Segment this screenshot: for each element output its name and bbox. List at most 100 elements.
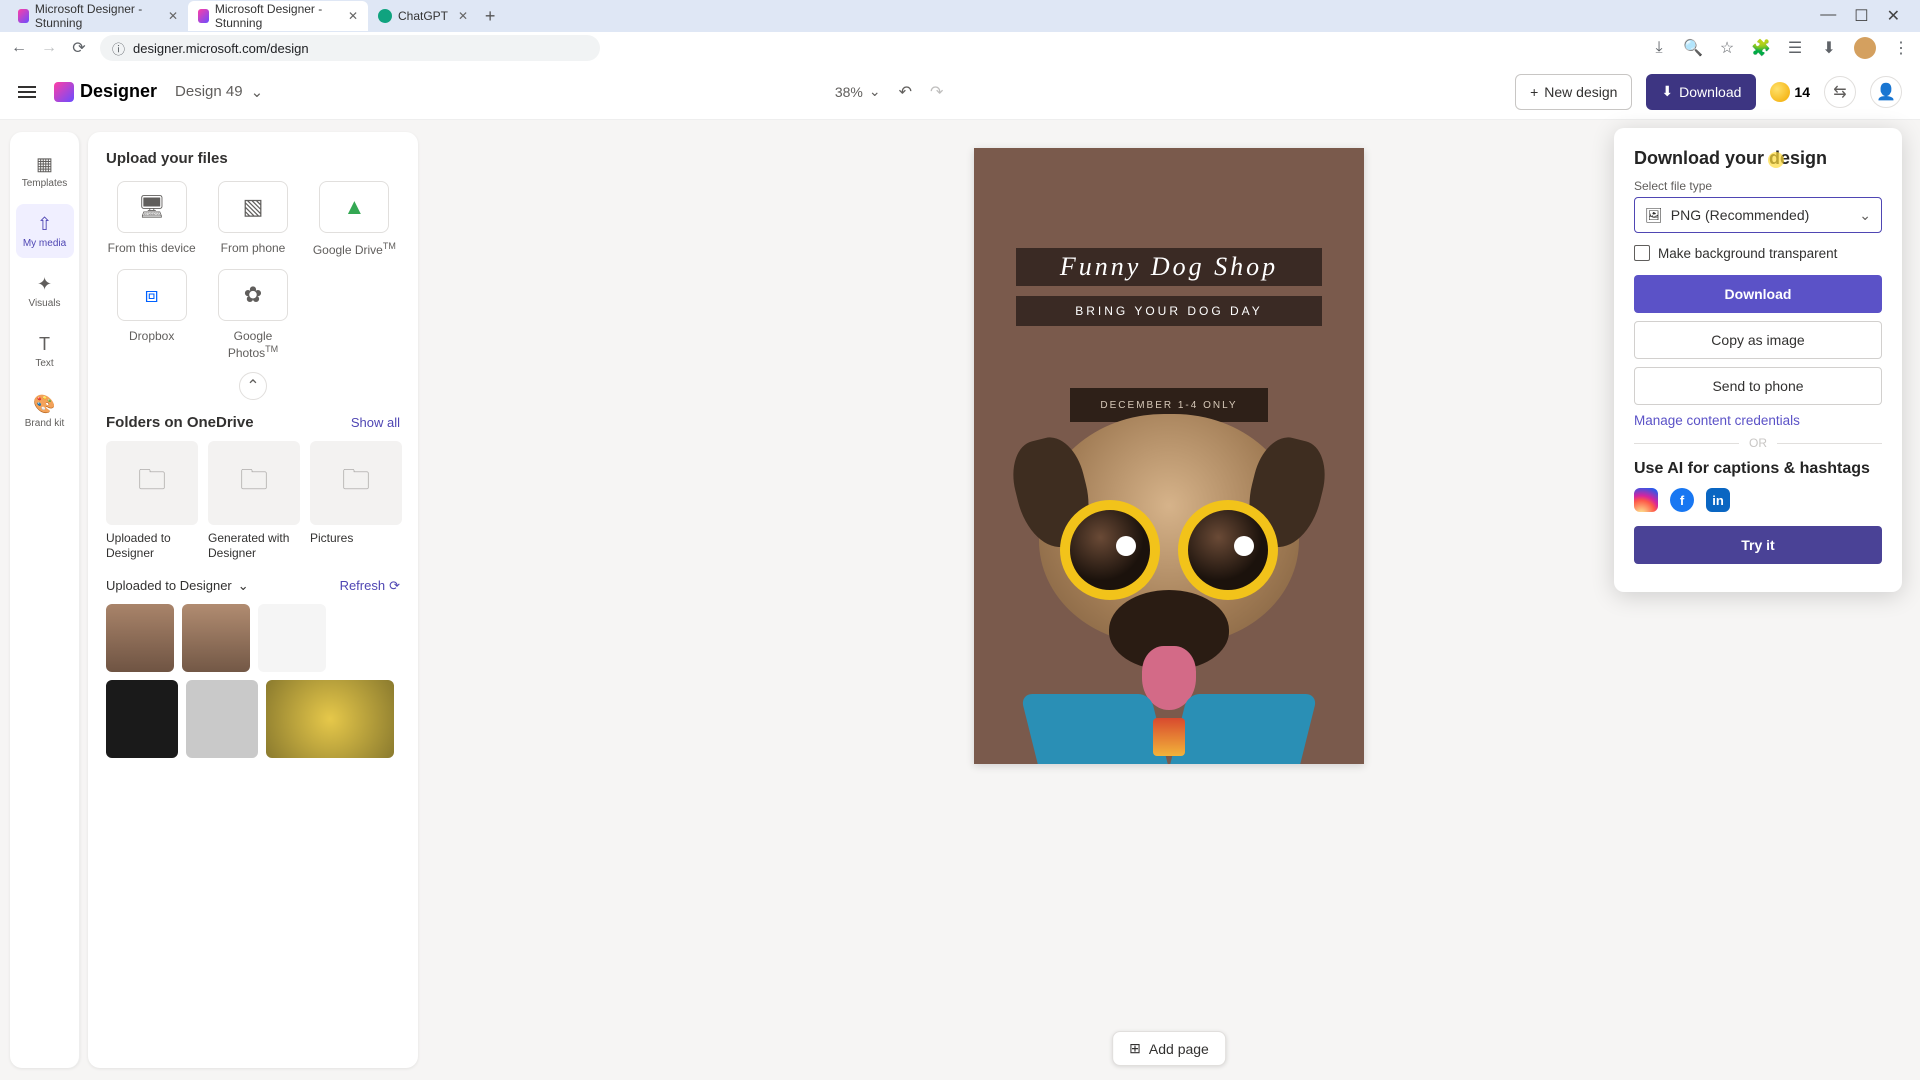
plus-icon: + [1530,84,1538,100]
more-icon[interactable]: ⋮ [1892,39,1910,57]
rail-text[interactable]: TText [16,324,74,378]
undo-icon[interactable]: ↶ [899,82,912,102]
collapse-button[interactable]: ⌃ [239,372,267,400]
media-thumb[interactable] [182,604,250,672]
upload-label: Dropbox [129,329,174,345]
file-type-select[interactable]: 🖼 PNG (Recommended) ⌄ [1634,197,1882,233]
refresh-button[interactable]: Refresh⟳ [340,578,400,594]
add-page-button[interactable]: ⊞Add page [1112,1031,1226,1066]
extensions-icon[interactable]: 🧩 [1752,39,1770,57]
design-canvas[interactable]: Funny Dog Shop BRING YOUR DOG DAY DECEMB… [974,148,1364,764]
browser-tab[interactable]: ChatGPT✕ [368,1,478,31]
button-label: Copy as image [1711,332,1804,348]
download-button[interactable]: ⬇Download [1646,74,1756,110]
plus-square-icon: ⊞ [1129,1040,1141,1057]
folder-pictures[interactable]: 🗀Pictures [310,441,402,562]
back-icon[interactable]: ← [10,39,28,57]
chevron-up-icon: ⌃ [246,376,259,396]
forward-icon[interactable]: → [40,39,58,57]
rail-visuals[interactable]: ✦Visuals [16,264,74,318]
folder-generated[interactable]: 🗀Generated with Designer [208,441,300,562]
tab-strip: Microsoft Designer - Stunning✕ Microsoft… [0,0,1920,32]
close-icon[interactable]: ✕ [168,9,178,23]
download-confirm-button[interactable]: Download [1634,275,1882,313]
download-popover: Download your design Select file type 🖼 … [1614,128,1902,592]
upload-from-phone[interactable]: ▧From phone [207,181,298,259]
folder-uploaded[interactable]: 🗀Uploaded to Designer [106,441,198,562]
linkedin-icon[interactable]: in [1706,488,1730,512]
credits-badge[interactable]: 14 [1770,82,1810,102]
folders-heading: Folders on OneDrive [106,414,254,431]
ai-section-title: Use AI for captions & hashtags [1634,460,1882,478]
rail-my-media[interactable]: ⇧My media [16,204,74,258]
media-panel: Upload your files 🖥From this device ▧Fro… [88,132,418,1068]
file-type-value: PNG (Recommended) [1671,207,1810,223]
hamburger-icon[interactable] [18,86,36,98]
design-title-text: Funny Dog Shop [1060,252,1278,282]
popover-title: Download your design [1634,148,1882,169]
manage-credentials-link[interactable]: Manage content credentials [1634,413,1882,428]
uploaded-section-header[interactable]: Uploaded to Designer ⌄ Refresh⟳ [106,578,400,594]
account-icon[interactable]: 👤 [1870,76,1902,108]
rail-brand-kit[interactable]: 🎨Brand kit [16,384,74,438]
reload-icon[interactable]: ⟳ [70,39,88,57]
install-icon[interactable]: ⤓ [1650,39,1668,57]
facebook-icon[interactable]: f [1670,488,1694,512]
new-tab-button[interactable]: + [478,4,502,28]
browser-tab[interactable]: Microsoft Designer - Stunning✕ [8,1,188,31]
rail-templates[interactable]: ▦Templates [16,144,74,198]
url-text: designer.microsoft.com/design [133,41,309,56]
browser-chrome: Microsoft Designer - Stunning✕ Microsoft… [0,0,1920,64]
transparent-checkbox[interactable]: Make background transparent [1634,245,1882,261]
chevron-down-icon: ⌄ [1859,207,1871,224]
send-phone-button[interactable]: Send to phone [1634,367,1882,405]
copy-image-button[interactable]: Copy as image [1634,321,1882,359]
media-thumb[interactable] [106,604,174,672]
design-title-bar[interactable]: Funny Dog Shop [1016,248,1322,286]
folder-icon: 🗀 [138,459,166,507]
design-subtitle-bar[interactable]: BRING YOUR DOG DAY [1016,296,1322,326]
bookmark-icon[interactable]: ☆ [1718,39,1736,57]
upload-google-photos[interactable]: ✿Google PhotosTM [207,269,298,362]
media-thumb[interactable] [106,680,178,758]
upload-dropbox[interactable]: ⧈Dropbox [106,269,197,362]
design-name-dropdown[interactable]: Design 49⌄ [175,83,263,101]
profile-avatar-icon[interactable] [1854,37,1876,59]
canvas-area[interactable]: Funny Dog Shop BRING YOUR DOG DAY DECEMB… [418,120,1920,1080]
redo-icon[interactable]: ↷ [930,82,943,102]
app-logo[interactable]: Designer [54,81,157,102]
site-info-icon[interactable]: ⓘ [112,39,125,58]
maximize-icon[interactable]: ☐ [1854,6,1868,26]
media-thumb[interactable] [266,680,394,758]
new-design-button[interactable]: +New design [1515,74,1632,110]
minimize-icon[interactable]: — [1820,6,1836,26]
close-icon[interactable]: ✕ [348,9,358,23]
show-all-link[interactable]: Show all [351,415,400,430]
address-bar: ← → ⟳ ⓘ designer.microsoft.com/design ⤓ … [0,32,1920,64]
design-image[interactable] [974,404,1364,764]
image-icon: 🖼 [1645,207,1663,224]
media-thumb[interactable] [186,680,258,758]
instagram-icon[interactable] [1634,488,1658,512]
close-icon[interactable]: ✕ [1887,6,1900,26]
design-subtitle-text: BRING YOUR DOG DAY [1075,304,1263,318]
browser-tab[interactable]: Microsoft Designer - Stunning✕ [188,1,368,31]
checkbox-label: Make background transparent [1658,246,1837,261]
chevron-down-icon: ⌄ [251,83,264,101]
media-thumb[interactable] [258,604,326,672]
reading-list-icon[interactable]: ☰ [1786,39,1804,57]
favicon-icon [378,9,392,23]
text-icon: T [39,334,50,355]
try-it-button[interactable]: Try it [1634,526,1882,564]
zoom-dropdown[interactable]: 38%⌄ [835,83,881,100]
downloads-icon[interactable]: ⬇ [1820,39,1838,57]
google-drive-icon: ▲ [343,194,365,220]
close-icon[interactable]: ✕ [458,9,468,23]
social-icons: f in [1634,488,1882,512]
share-icon[interactable]: ⇆ [1824,76,1856,108]
chevron-down-icon: ⌄ [238,578,249,594]
upload-google-drive[interactable]: ▲Google DriveTM [309,181,400,259]
url-input[interactable]: ⓘ designer.microsoft.com/design [100,35,600,61]
upload-from-device[interactable]: 🖥From this device [106,181,197,259]
zoom-icon[interactable]: 🔍 [1684,39,1702,57]
